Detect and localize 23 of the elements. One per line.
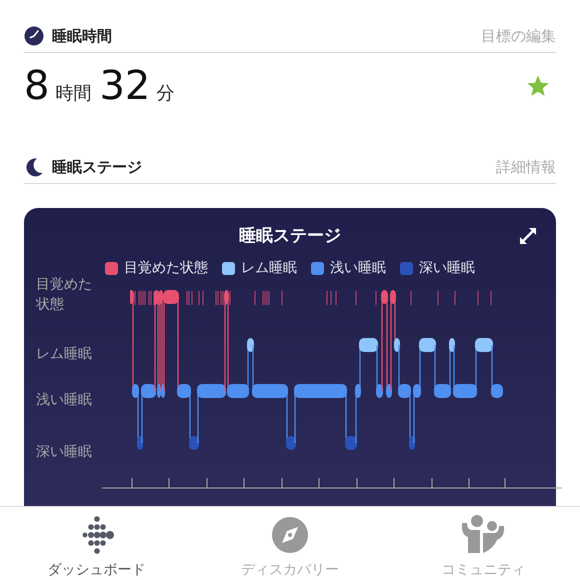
tab[interactable]: ディスカバリー [193,507,387,580]
legend-label: 浅い睡眠 [330,259,386,277]
tab[interactable]: ダッシュボード [0,507,194,580]
tab[interactable]: コミュニティ [386,507,580,580]
stage-label: 深い睡眠 [36,443,93,462]
section-title: 睡眠ステージ [52,158,143,176]
details-link[interactable]: 詳細情報 [496,158,556,176]
edit-goal-link[interactable]: 目標の編集 [481,26,556,46]
hours-value: 8 [24,63,50,109]
stage-label: レム睡眠 [36,345,93,364]
moon-icon [24,157,44,177]
chart-title: 睡眠ステージ [239,225,341,247]
minutes-unit: 分 [156,82,174,105]
legend-label: 深い睡眠 [419,259,475,277]
compass-icon [270,515,310,555]
minutes-value: 32 [99,63,150,109]
legend-label: レム睡眠 [241,259,297,277]
legend-label: 目覚めた状態 [124,259,208,277]
hours-unit: 時間 [55,82,92,105]
stage-label: 目覚めた状態 [36,275,93,314]
clock-icon [24,26,44,46]
stage-label: 浅い睡眠 [36,391,93,410]
section-title: 睡眠時間 [52,26,113,46]
